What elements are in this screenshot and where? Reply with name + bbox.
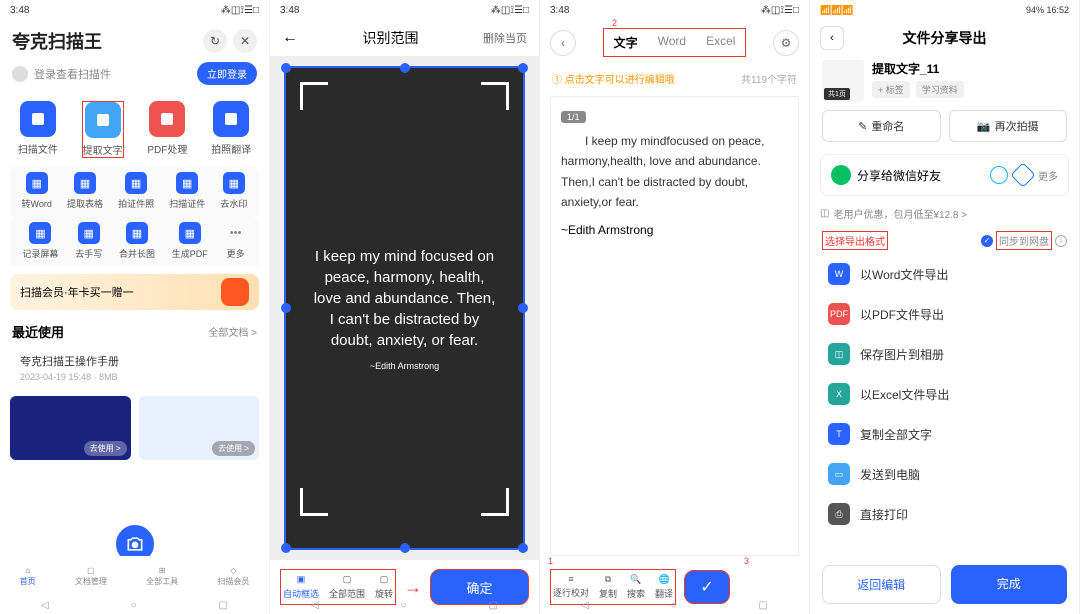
tool-grid-2: ▦记录屏幕 ▦去手写 ▦合并长图 ▦生成PDF •••更多 xyxy=(10,216,259,266)
tab-文档管理[interactable]: ▢文档管理 xyxy=(75,566,107,587)
file-name: 提取文字_11 xyxy=(872,60,1067,77)
tool-生成PDF[interactable]: ▦生成PDF xyxy=(172,222,208,260)
system-nav: ◁○▢ xyxy=(0,596,269,614)
card-ai[interactable]: 去使用 > xyxy=(10,396,131,460)
export-以PDF文件导出[interactable]: PDF以PDF文件导出 xyxy=(810,294,1079,334)
avatar-icon xyxy=(12,66,28,82)
qq-icon[interactable] xyxy=(990,166,1008,184)
alipay-icon[interactable] xyxy=(1010,162,1035,187)
text-editor[interactable]: 1/1 I keep my mindfocused on peace, harm… xyxy=(550,96,799,556)
tool-记录屏幕[interactable]: ▦记录屏幕 xyxy=(22,222,58,260)
login-button[interactable]: 立即登录 xyxy=(197,62,257,85)
camera-icon xyxy=(221,278,249,306)
card-extract[interactable]: 去使用 > xyxy=(139,396,260,460)
screen-home: 3:48 ⁂◫⟟☰□ 夸克扫描王 ↻ ✕ 登录查看扫描件 立即登录 扫描文件提取… xyxy=(0,0,270,614)
grid-提取文字[interactable]: 提取文字 xyxy=(82,101,124,158)
status-bar: 3:48 ⁂◫⟟☰□ xyxy=(0,0,269,20)
tab-文字[interactable]: 文字 xyxy=(604,29,648,56)
grid-PDF处理[interactable]: PDF处理 xyxy=(147,101,187,158)
app-title: 夸克扫描王 xyxy=(12,28,102,54)
reshoot-button[interactable]: 📷 再次拍摄 xyxy=(949,110,1068,142)
back-button[interactable]: ‹ xyxy=(820,26,844,50)
photo-preview[interactable]: I keep my mind focused on peace, harmony… xyxy=(284,66,525,550)
back-icon[interactable]: ← xyxy=(282,29,298,47)
tool-去手写[interactable]: ▦去手写 xyxy=(75,222,102,260)
back-edit-button[interactable]: 返回编辑 xyxy=(822,565,941,604)
format-label: 选择导出格式 xyxy=(822,231,888,250)
tab-首页[interactable]: ⌂首页 xyxy=(20,566,36,587)
back-button[interactable]: ‹ xyxy=(550,30,576,56)
tool-拍证件照[interactable]: ▦拍证件照 xyxy=(118,172,154,210)
grid-扫描文件[interactable]: 扫描文件 xyxy=(18,101,58,158)
page-title: 识别范围 xyxy=(363,28,419,48)
export-list: W以Word文件导出PDF以PDF文件导出◫保存图片到相册X以Excel文件导出… xyxy=(810,254,1079,555)
bottom-tabs: ⌂首页 ▢文档管理 ⊞全部工具 ◇扫描会员 xyxy=(0,556,269,596)
doc-item[interactable]: 夸克扫描王操作手册 2023-04-19 15:48 · 8MB xyxy=(0,345,269,390)
tab-全部工具[interactable]: ⊞全部工具 xyxy=(146,566,178,587)
tag[interactable]: + 标签 xyxy=(872,81,910,98)
tool-合并长图[interactable]: ▦合并长图 xyxy=(119,222,155,260)
file-tags: + 标签学习资料 xyxy=(872,81,1067,98)
tag[interactable]: 学习资料 xyxy=(916,81,964,98)
all-docs-link[interactable]: 全部文档 > xyxy=(208,324,257,339)
rename-button[interactable]: ✎ 重命名 xyxy=(822,110,941,142)
export-发送到电脑[interactable]: ▭发送到电脑 xyxy=(810,454,1079,494)
promo-banner[interactable]: 扫描会员·年卡买一赠一 xyxy=(10,274,259,310)
wechat-icon xyxy=(831,165,851,185)
delete-page-button[interactable]: 删除当页 xyxy=(483,30,527,46)
tool-转Word[interactable]: ▦转Word xyxy=(22,172,52,210)
tab-Excel[interactable]: Excel xyxy=(696,29,745,56)
refresh-icon[interactable]: ↻ xyxy=(203,29,227,53)
main-grid: 扫描文件提取文字 PDF处理拍照翻译 xyxy=(0,93,269,166)
close-icon[interactable]: ✕ xyxy=(233,29,257,53)
screen-text: 3:48⁂◫⟟☰□ ‹ 2 文字WordExcel ⚙ ① 点击文字可以进行编辑… xyxy=(540,0,810,614)
screen-export: 📶📶📶94% 16:52 ‹ 文件分享导出 共1页 提取文字_11 + 标签学习… xyxy=(810,0,1080,614)
file-thumb: 共1页 xyxy=(822,60,864,102)
settings-button[interactable]: ⚙ xyxy=(773,30,799,56)
more-share[interactable]: 更多 xyxy=(1038,168,1058,183)
done-button[interactable]: 完成 xyxy=(951,565,1068,604)
format-tabs: 文字WordExcel xyxy=(603,28,747,57)
promo-text[interactable]: ◫ 老用户优惠，包月低至¥12.8 > xyxy=(820,206,1069,221)
share-wechat[interactable]: 分享给微信好友 更多 xyxy=(820,154,1069,196)
export-以Excel文件导出[interactable]: X以Excel文件导出 xyxy=(810,374,1079,414)
tab-扫描会员[interactable]: ◇扫描会员 xyxy=(217,566,249,587)
tool-扫描证件[interactable]: ▦扫描证件 xyxy=(169,172,205,210)
login-prompt: 登录查看扫描件 xyxy=(12,66,111,82)
tab-Word[interactable]: Word xyxy=(648,29,696,56)
tool-提取表格[interactable]: ▦提取表格 xyxy=(67,172,103,210)
char-count: 共119个字符 xyxy=(741,71,797,86)
export-直接打印[interactable]: ⎙直接打印 xyxy=(810,494,1079,534)
export-保存图片到相册[interactable]: ◫保存图片到相册 xyxy=(810,334,1079,374)
recent-title: 最近使用 xyxy=(12,322,64,341)
export-复制全部文字[interactable]: T复制全部文字 xyxy=(810,414,1079,454)
edit-tip: ① 点击文字可以进行编辑哦 xyxy=(552,71,675,86)
screen-crop: 3:48⁂◫⟟☰□ ← 识别范围 删除当页 I keep my mind foc… xyxy=(270,0,540,614)
tool-更多[interactable]: •••更多 xyxy=(225,222,247,260)
export-以Word文件导出[interactable]: W以Word文件导出 xyxy=(810,254,1079,294)
tool-grid-1: ▦转Word ▦提取表格 ▦拍证件照 ▦扫描证件 ▦去水印 xyxy=(10,166,259,216)
grid-拍照翻译[interactable]: 拍照翻译 xyxy=(211,101,251,158)
tool-去水印[interactable]: ▦去水印 xyxy=(220,172,247,210)
sync-toggle[interactable]: ✓同步到网盘i xyxy=(981,231,1067,250)
